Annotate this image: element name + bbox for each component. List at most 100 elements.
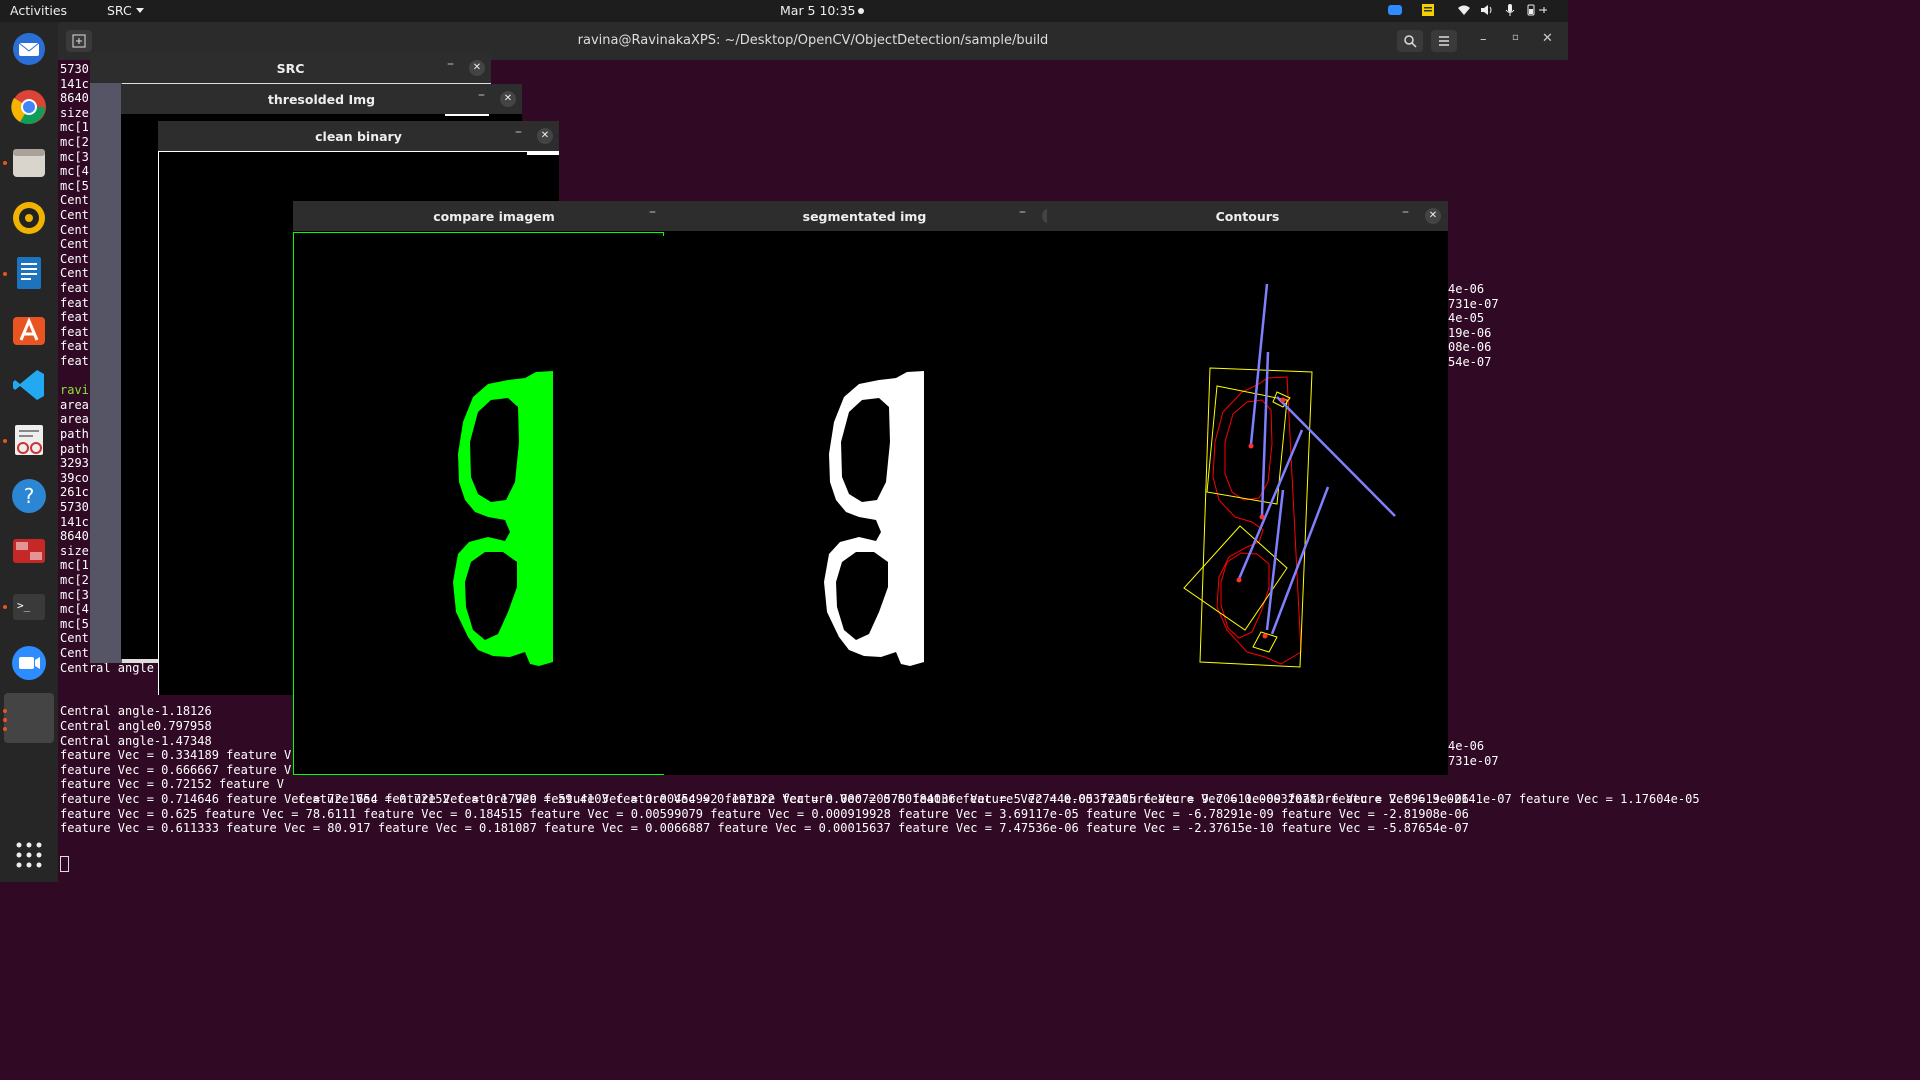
remmina-icon[interactable] [10,532,48,570]
terminal-line: 08e-06 [1448,340,1492,355]
contours-window[interactable]: Contours – ✕ [1047,201,1448,775]
minimize-button[interactable]: – [447,56,454,72]
minimize-button[interactable]: – [515,124,522,140]
terminal-line: area [60,397,89,412]
terminal-line: 8640 [60,529,89,544]
window-title: SRC [276,61,305,76]
terminal-line: feat [60,339,89,354]
window-titlebar[interactable]: thresolded Img – ✕ [121,84,522,114]
app-menu[interactable]: SRC [107,3,144,18]
minimize-button[interactable]: – [1019,204,1026,220]
svg-text:>_: >_ [17,599,31,612]
help-icon[interactable]: ? [10,477,48,515]
segmented-window[interactable]: segmentated img – ✕ [664,201,1065,775]
microphone-icon[interactable] [1503,3,1517,20]
zoom-tray-icon[interactable] [1388,3,1402,20]
terminal-line: 4e-06 [1448,282,1485,296]
terminal-line: 5730 [60,62,89,76]
window-title: thresolded Img [267,92,376,107]
contours-image [1047,232,1448,775]
window-titlebar[interactable]: Contours – ✕ [1047,201,1448,231]
window-titlebar[interactable]: SRC – ✕ [90,53,491,83]
window-titlebar[interactable]: compare imagem – ✕ [293,201,695,231]
minimize-button[interactable]: – [649,204,656,220]
vscode-icon[interactable] [10,366,48,404]
minimize-button[interactable]: – [478,87,485,103]
terminal-line: feat [60,354,89,368]
terminal-line: feat [60,324,89,339]
window-titlebar[interactable]: clean binary – ✕ [158,121,559,151]
clock[interactable]: Mar 5 10:35 [780,3,856,18]
terminal-line: mc[2 [60,573,89,587]
thunderbird-icon[interactable] [10,30,48,68]
terminal-line: size [60,105,89,120]
running-indicator [3,161,7,165]
terminal-line: 731e-07 [1448,296,1499,311]
terminal-line: 141c [60,76,89,91]
terminal-line: size [60,543,89,558]
window-titlebar[interactable]: segmentated img – ✕ [664,201,1065,231]
writer-icon[interactable] [10,254,48,292]
terminal-line: feat [60,281,89,295]
chrome-icon[interactable] [10,88,48,126]
terminal-line: mc[1 [60,558,89,573]
terminal-line: feature Vec = 0.334189 feature V [60,748,292,763]
terminal-line: mc[5 [60,178,89,193]
src-image [90,83,122,663]
terminal-title: ravina@RavinakaXPS: ~/Desktop/OpenCV/Obj… [577,33,1049,48]
app-menu-label: SRC [107,3,132,18]
terminal-line: feature Vec = 0.72152 feature Vec = 59.4… [298,792,1700,806]
close-button[interactable]: ✕ [500,91,516,107]
terminal-line: feat [60,310,89,325]
maximize-button[interactable]: ▫ [1512,32,1519,43]
terminal-icon[interactable]: >_ [10,588,48,626]
terminal-line: 3293 [60,456,89,471]
files-icon[interactable] [10,143,48,181]
terminal-line: Central angle-1.18126 [60,704,212,719]
running-indicator [3,605,7,609]
wifi-icon[interactable] [1457,3,1471,20]
terminal-line: Cent [60,251,89,266]
search-button[interactable] [1397,30,1423,52]
menu-button[interactable] [1431,30,1457,52]
terminal-line: Cent [60,237,89,252]
dock: ? >_ [0,22,58,882]
terminal-line: 8640 [60,91,89,106]
volume-icon[interactable] [1480,3,1494,20]
power-icon[interactable] [1526,3,1550,20]
minimize-button[interactable]: – [1480,32,1487,47]
terminal-line: 261c [60,485,89,500]
close-button[interactable]: ✕ [537,128,553,144]
running-indicator [3,718,7,722]
close-button[interactable]: ✕ [1542,31,1553,46]
terminal-line: 19e-06 [1448,325,1492,340]
chevron-down-icon [135,8,144,13]
compare-image [293,232,695,775]
zoom-icon[interactable] [10,644,48,682]
close-button[interactable]: ✕ [1425,208,1441,224]
terminal-line: mc[4 [60,164,89,179]
running-indicator [3,439,7,443]
document-viewer-icon[interactable] [10,421,48,459]
show-applications-icon[interactable] [10,836,48,874]
notes-tray-icon[interactable] [1421,3,1435,20]
window-title: Contours [1215,209,1280,224]
minimize-button[interactable]: – [1402,204,1409,220]
terminal-line: Cent [60,222,89,237]
terminal-line: feature Vec = 0.611333 feature Vec = 80.… [60,821,1469,836]
terminal-line: area [60,412,89,427]
top-bar: Activities SRC Mar 5 10:35 [0,0,1568,22]
close-button[interactable]: ✕ [469,60,485,76]
compare-window[interactable]: compare imagem – ✕ [293,201,695,775]
terminal-line: path [60,427,89,441]
terminal-line: feature Vec = 0.666667 feature V [60,762,292,777]
terminal-line: feat [60,295,89,310]
svg-text:?: ? [24,484,35,508]
software-icon[interactable] [10,310,48,348]
opencv-windows-icon[interactable] [4,693,54,743]
rhythmbox-icon[interactable] [10,199,48,237]
window-title: segmentated img [802,209,927,224]
running-indicator [3,727,7,731]
activities-button[interactable]: Activities [10,3,67,18]
terminal-cursor [60,856,69,872]
